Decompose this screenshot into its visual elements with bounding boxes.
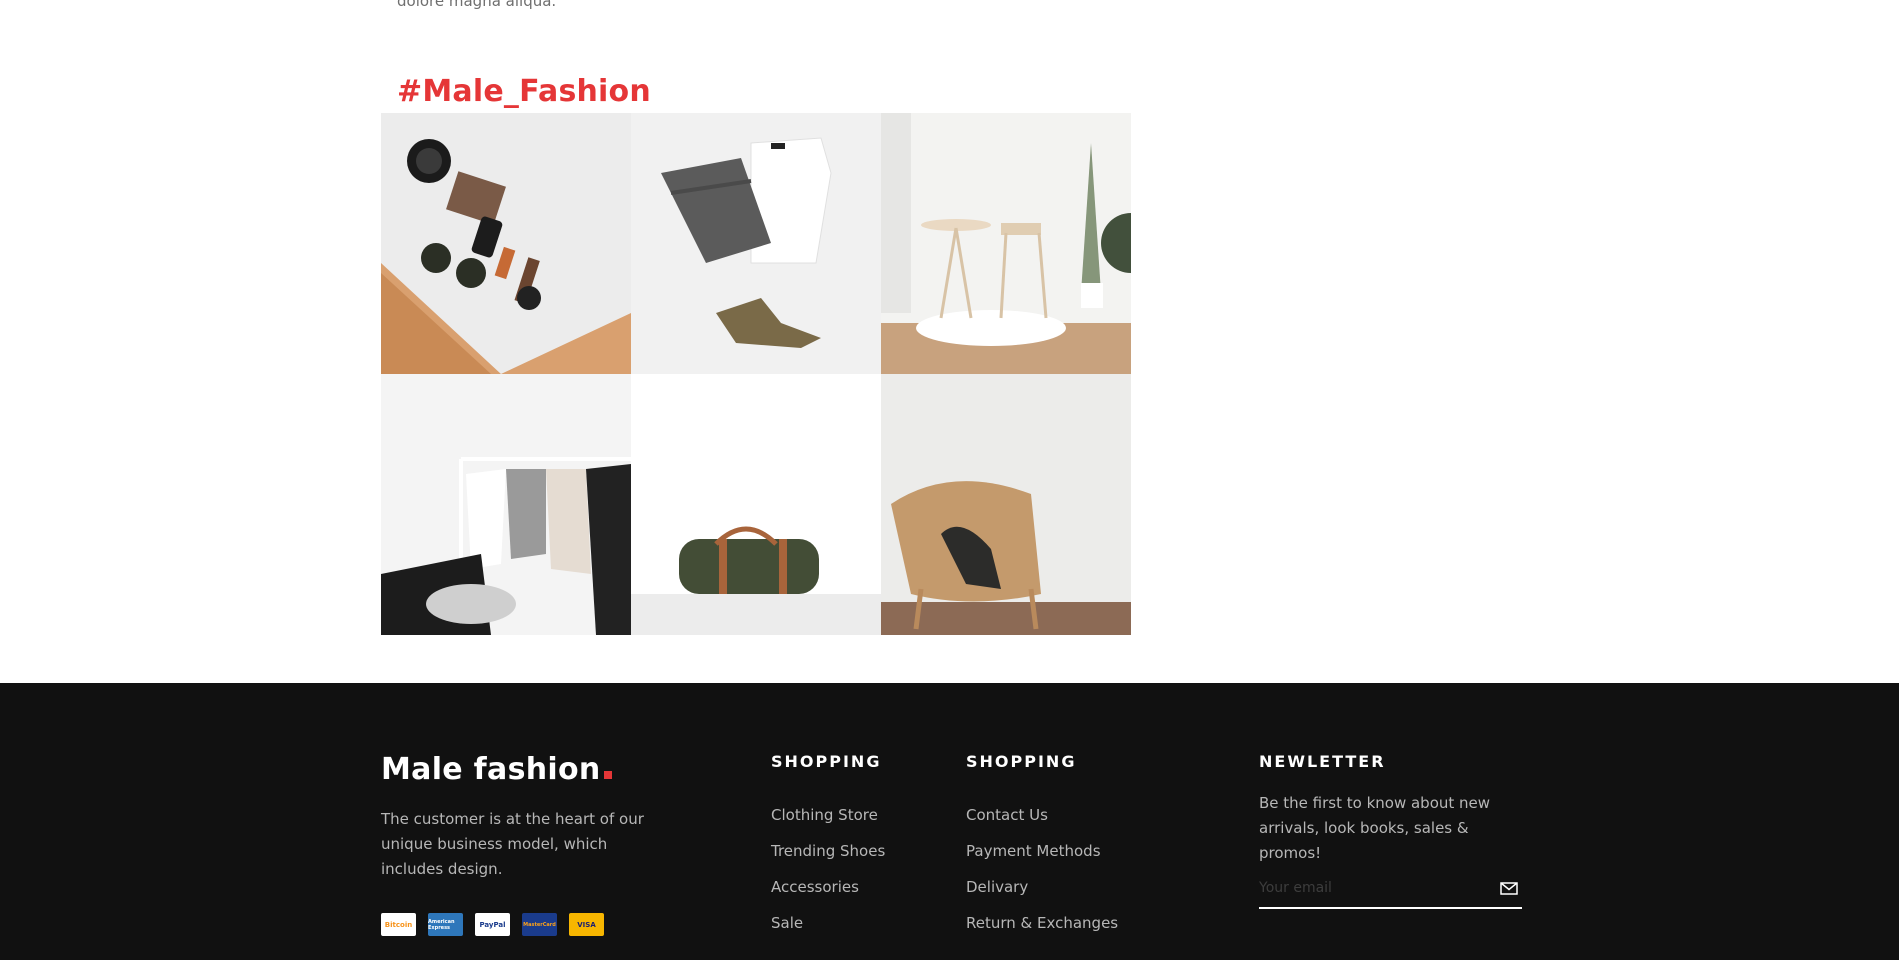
gallery-image-jeans[interactable] [631,113,881,374]
newsletter-form [1259,869,1522,909]
interior-chair-table-image [881,113,1131,374]
footer-link[interactable]: Trending Shoes [771,833,885,869]
instagram-hashtag[interactable]: #Male_Fashion [397,74,651,109]
footer-link[interactable]: Contact Us [966,797,1118,833]
clothing-rack-image [381,374,631,635]
mastercard-icon: MasterCard [522,913,557,936]
logo-dot-icon [603,771,612,779]
visa-icon: VISA [569,913,604,936]
bitcoin-icon: Bitcoin [381,913,416,936]
paypal-icon: PayPal [475,913,510,936]
instagram-gallery [381,113,1131,635]
gallery-image-wicker-chair[interactable] [881,374,1131,635]
mail-icon [1500,881,1518,895]
gallery-image-accessories[interactable] [381,113,631,374]
gallery-image-clothing-rack[interactable] [381,374,631,635]
newsletter-email-input[interactable] [1259,880,1469,896]
amex-icon: American Express [428,913,463,936]
newsletter-title: NEWLETTER [1259,752,1386,771]
footer-link[interactable]: Return & Exchanges [966,905,1118,941]
footer-link[interactable]: Clothing Store [771,797,885,833]
wicker-chair-image [881,374,1131,635]
footer-link[interactable]: Sale [771,905,885,941]
newsletter-text: Be the first to know about new arrivals,… [1259,794,1491,862]
gallery-image-duffel-bag[interactable] [631,374,881,635]
accessories-flatlay-image [381,113,631,374]
footer-link[interactable]: Delivary [966,869,1118,905]
jeans-tshirt-boots-image [631,113,881,374]
logo-text: Male fashion [381,752,601,787]
footer-column-title-shopping: SHOPPING [771,752,882,771]
payment-icons: Bitcoin American Express PayPal MasterCa… [381,913,604,936]
footer-column-title-shopping-2: SHOPPING [966,752,1077,771]
footer-links-shopping: Clothing Store Trending Shoes Accessorie… [771,797,885,941]
footer-link[interactable]: Accessories [771,869,885,905]
gallery-image-interior[interactable] [881,113,1131,374]
footer-about-text: The customer is at the heart of our uniq… [381,810,644,878]
newsletter-submit-button[interactable] [1496,878,1522,898]
footer-links-support: Contact Us Payment Methods Delivary Retu… [966,797,1118,941]
footer-link[interactable]: Payment Methods [966,833,1118,869]
footer-logo[interactable]: Male fashion [381,752,612,787]
duffel-bag-image [631,374,881,635]
intro-trailing-text: dolore magna aliqua. [397,0,557,10]
site-footer [0,683,1899,960]
